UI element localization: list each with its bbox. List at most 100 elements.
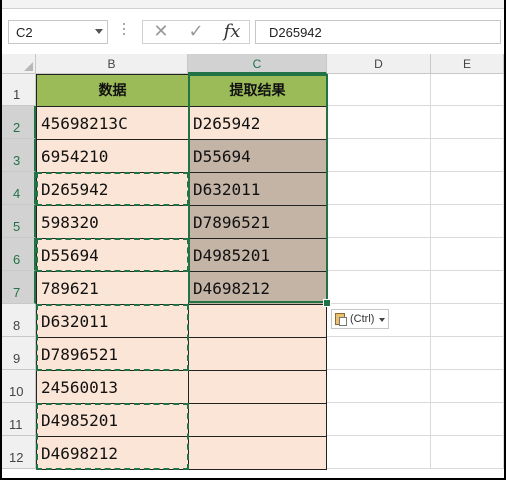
cell-d9[interactable] [327,337,431,370]
paste-options-button[interactable]: (Ctrl) [331,309,389,329]
row-header[interactable]: 3 [2,139,36,172]
data-cell[interactable]: 45698213C [36,106,189,140]
cell-e4[interactable] [431,172,504,205]
cell-value: D265942 [193,114,261,133]
cell-d5[interactable] [327,205,431,238]
cell-e1[interactable] [431,74,504,106]
data-cell[interactable]: D7896521 [36,337,189,371]
enter-icon[interactable]: ✓ [180,21,212,43]
cell-value: D55694 [193,147,251,166]
row-number: 1 [13,87,21,102]
header-cell-result[interactable]: 提取结果 [188,74,327,107]
cell-value: D632011 [193,180,261,199]
column-header-b[interactable]: B [36,54,188,74]
result-cell[interactable]: D265942 [188,106,327,140]
cell-value: D7896521 [193,213,271,232]
cell-e11[interactable] [431,403,504,436]
row-number: 8 [13,318,21,333]
grip-separator[interactable] [123,20,126,44]
result-cell[interactable] [188,370,327,404]
row-header[interactable]: 7 [2,271,36,304]
data-cell[interactable]: 598320 [36,205,189,239]
cell-d2[interactable] [327,106,431,139]
result-cell[interactable]: D7896521 [188,205,327,239]
excel-window: C2 ✕ ✓ fx D265942 B C D E 1 2 3 4 5 6 7 … [2,0,504,478]
row-header[interactable]: 5 [2,205,36,238]
cell-e12[interactable] [431,436,504,469]
data-cell[interactable]: D4985201 [36,403,189,437]
row-header[interactable]: 10 [2,370,36,403]
row-number: 4 [13,186,21,201]
cell-d10[interactable] [327,370,431,403]
cell-d4[interactable] [327,172,431,205]
data-cell[interactable]: D55694 [36,238,189,272]
row-header[interactable]: 1 [2,74,36,106]
cell-d12[interactable] [327,436,431,469]
formula-buttons: ✕ ✓ fx [142,20,250,44]
row-header[interactable]: 6 [2,238,36,271]
cell-e10[interactable] [431,370,504,403]
cell-e2[interactable] [431,106,504,139]
cell-e7[interactable] [431,271,504,304]
result-cell[interactable] [188,403,327,437]
cell-value: 24560013 [41,378,119,397]
row-number: 9 [13,351,21,366]
data-cell[interactable]: D4698212 [36,436,189,470]
cell-value: D4698212 [41,444,119,463]
result-cell[interactable] [188,304,327,338]
cell-e3[interactable] [431,139,504,172]
cell-value: D265942 [41,180,109,199]
row-number: 6 [13,252,21,267]
cell-d6[interactable] [327,238,431,271]
row-header[interactable]: 8 [2,304,36,337]
cell-e5[interactable] [431,205,504,238]
cell-value: 6954210 [41,147,109,166]
formula-bar-input[interactable]: D265942 [255,20,501,44]
row-header[interactable]: 4 [2,172,36,205]
cell-d7[interactable] [327,271,431,304]
cell-value: D4698212 [193,279,271,298]
row-header[interactable]: 12 [2,436,36,469]
chevron-down-icon [379,318,385,322]
header-cell-data[interactable]: 数据 [36,74,189,107]
clipboard-icon [335,313,347,326]
cell-e6[interactable] [431,238,504,271]
data-cell[interactable]: 789621 [36,271,189,305]
result-cell[interactable] [188,436,327,470]
cell-d11[interactable] [327,403,431,436]
result-cell[interactable]: D632011 [188,172,327,206]
column-header-c[interactable]: C [188,54,327,74]
cell-value: D4985201 [193,246,271,265]
cell-e9[interactable] [431,337,504,370]
chevron-down-icon[interactable] [95,29,103,34]
cell-value: 45698213C [41,114,128,133]
result-cell[interactable] [188,337,327,371]
row-number: 2 [13,120,21,135]
cell-value: 789621 [41,279,99,298]
worksheet-grid[interactable]: B C D E 1 2 3 4 5 6 7 8 9 10 11 12 数据 提取… [2,54,504,478]
data-cell[interactable]: D265942 [36,172,189,206]
column-header-d[interactable]: D [327,54,431,74]
header-label: 数据 [98,83,127,99]
data-cell[interactable]: D632011 [36,304,189,338]
data-cell[interactable]: 6954210 [36,139,189,173]
select-all-corner[interactable] [2,54,36,74]
insert-function-icon[interactable]: fx [216,21,248,43]
data-cell[interactable]: 24560013 [36,370,189,404]
row-header[interactable]: 9 [2,337,36,370]
name-box[interactable]: C2 [8,20,108,44]
fill-handle[interactable] [323,299,331,307]
cell-value: D55694 [41,246,99,265]
header-label: 提取结果 [229,83,286,99]
cell-d1[interactable] [327,74,431,106]
cell-d3[interactable] [327,139,431,172]
result-cell[interactable]: D55694 [188,139,327,173]
cancel-icon[interactable]: ✕ [145,21,177,43]
cell-value: D7896521 [41,345,119,364]
result-cell[interactable]: D4985201 [188,238,327,272]
column-header-e[interactable]: E [431,54,504,74]
row-header[interactable]: 2 [2,106,36,139]
result-cell[interactable]: D4698212 [188,271,327,305]
cell-e8[interactable] [431,304,504,337]
row-header[interactable]: 11 [2,403,36,436]
